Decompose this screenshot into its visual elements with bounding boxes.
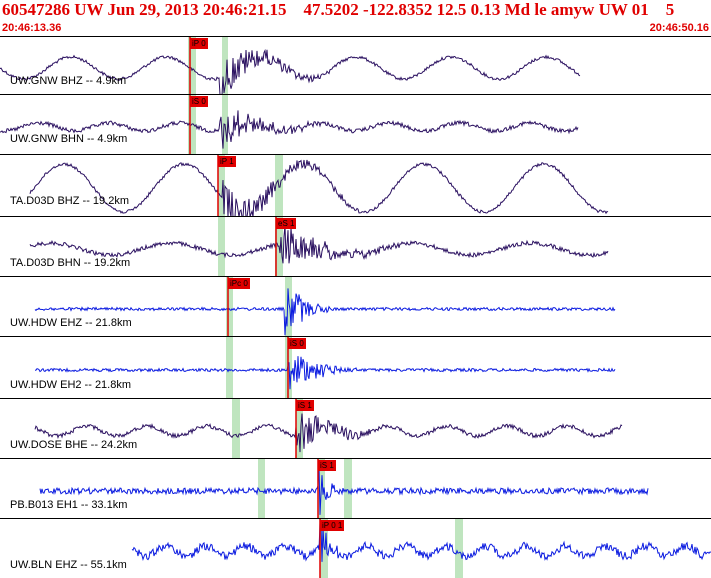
station-channel-label: UW.HDW EHZ -- 21.8km: [10, 317, 132, 329]
phase-pick-flag[interactable]: iP 0 1: [320, 520, 345, 531]
trace-plot: [0, 95, 579, 154]
phase-pick-flag[interactable]: eS 1: [276, 218, 297, 229]
start-time-label: 20:46:13.36: [2, 22, 62, 34]
station-channel-label: UW.GNW BHZ -- 4.9km: [10, 75, 127, 87]
waveform-trace: [29, 159, 609, 216]
pick-window-bar: [232, 399, 240, 458]
station-channel-label: UW.HDW EH2 -- 21.8km: [10, 379, 132, 391]
phase-pick-flag[interactable]: iP 1: [218, 156, 236, 167]
seismogram-panel[interactable]: iS 0 UW.GNW BHN -- 4.9km: [0, 94, 711, 154]
end-time-label: 20:46:50.16: [649, 22, 709, 34]
seismogram-panel[interactable]: iS 0 UW.HDW EH2 -- 21.8km: [0, 336, 711, 398]
pick-window-bar: [218, 217, 225, 276]
seismogram-panel[interactable]: iS 1 PB.B013 EH1 -- 33.1km: [0, 458, 711, 518]
station-channel-label: UW.GNW BHN -- 4.9km: [10, 133, 128, 145]
seismogram-panels[interactable]: iP 0 UW.GNW BHZ -- 4.9km iS 0 UW.GNW BHN --…: [0, 36, 711, 578]
pick-window-bar: [226, 337, 233, 398]
seismogram-panel[interactable]: iP 0 1 UW.BLN EHZ -- 55.1km: [0, 518, 711, 578]
phase-pick-flag[interactable]: iP 0: [190, 38, 208, 49]
phase-pick-flag[interactable]: iPc 0: [228, 278, 250, 289]
station-channel-label: TA.D03D BHZ -- 19.2km: [10, 195, 129, 207]
event-title: 60547286 UW Jun 29, 2013 20:46:21.15 47.…: [2, 0, 675, 19]
phase-pick-flag[interactable]: iS 1: [296, 400, 314, 411]
pick-window-bar: [455, 519, 463, 578]
phase-pick-flag[interactable]: iS 1: [318, 460, 336, 471]
pick-window-bar: [344, 459, 352, 518]
seismogram-panel[interactable]: eS 1 TA.D03D BHN -- 19.2km: [0, 216, 711, 276]
station-channel-label: UW.DOSE BHE -- 24.2km: [10, 439, 138, 451]
seismogram-panel[interactable]: iP 0 UW.GNW BHZ -- 4.9km: [0, 36, 711, 94]
event-header: 60547286 UW Jun 29, 2013 20:46:21.15 47.…: [0, 0, 711, 36]
waveform-trace: [131, 522, 711, 562]
seismogram-panel[interactable]: iPc 0 UW.HDW EHZ -- 21.8km: [0, 276, 711, 336]
seismogram-panel[interactable]: iP 1 TA.D03D BHZ -- 19.2km: [0, 154, 711, 216]
station-channel-label: PB.B013 EH1 -- 33.1km: [10, 499, 128, 511]
pick-window-bar: [285, 277, 292, 336]
station-channel-label: UW.BLN EHZ -- 55.1km: [10, 559, 127, 571]
phase-pick-flag[interactable]: iS 0: [288, 338, 306, 349]
seismogram-panel[interactable]: iS 1 UW.DOSE BHE -- 24.2km: [0, 398, 711, 458]
pick-window-bar: [258, 459, 265, 518]
phase-pick-flag[interactable]: iS 0: [190, 96, 208, 107]
waveform-trace: [0, 48, 581, 94]
station-channel-label: TA.D03D BHN -- 19.2km: [10, 257, 131, 269]
